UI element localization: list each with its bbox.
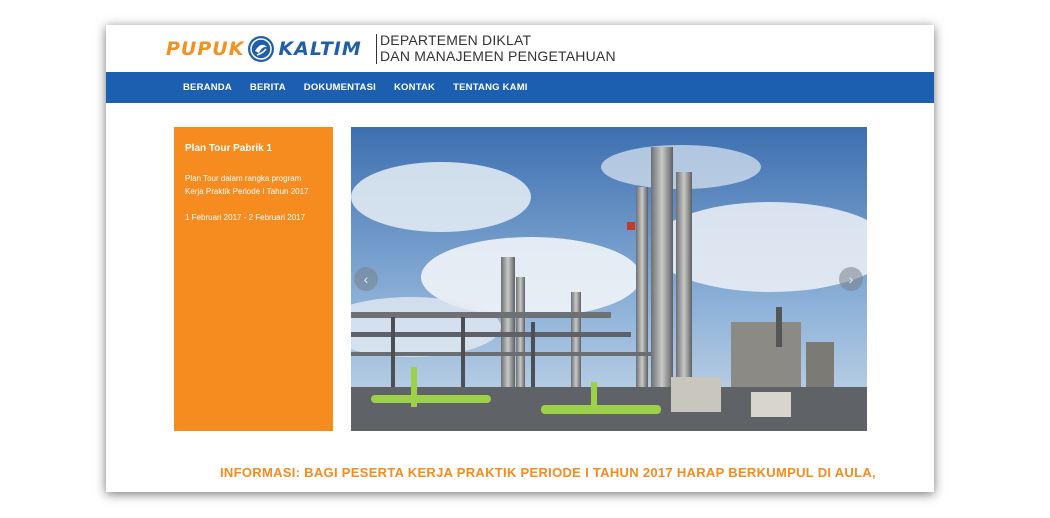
company-logo[interactable]: PUPUK KALTIM (166, 33, 362, 65)
logo-emblem-icon (248, 36, 275, 62)
site-header: PUPUK KALTIM DEPARTEMEN DIKLAT DAN MANAJ… (106, 25, 934, 72)
event-description: Plan Tour dalam rangka program Kerja Pra… (185, 174, 309, 196)
event-date: 1 Februari 2017 - 2 Februari 2017 (185, 213, 306, 222)
chevron-left-icon: ‹ (363, 271, 369, 287)
main-nav: BERANDA BERITA DOKUMENTASI KONTAK TENTAN… (106, 72, 934, 103)
nav-item-tentang-kami[interactable]: TENTANG KAMI (453, 82, 528, 93)
image-slider[interactable]: ‹ › (351, 127, 867, 431)
slider-prev-button[interactable]: ‹ (354, 267, 378, 291)
department-title: DEPARTEMEN DIKLAT DAN MANAJEMEN PENGETAH… (380, 32, 616, 64)
logo-text-right: KALTIM (278, 38, 362, 60)
event-title: Plan Tour Pabrik 1 (185, 143, 273, 154)
department-line-2: DAN MANAJEMEN PENGETAHUAN (380, 48, 616, 64)
nav-item-kontak[interactable]: KONTAK (394, 82, 435, 93)
page-container: PUPUK KALTIM DEPARTEMEN DIKLAT DAN MANAJ… (106, 25, 934, 492)
header-divider (376, 34, 377, 64)
logo-text-left: PUPUK (166, 38, 245, 60)
nav-item-beranda[interactable]: BERANDA (183, 82, 232, 93)
department-line-1: DEPARTEMEN DIKLAT (380, 32, 532, 48)
plant-photo (351, 127, 867, 431)
event-info-card: Plan Tour Pabrik 1 Plan Tour dalam rangk… (174, 127, 333, 431)
chevron-right-icon: › (848, 271, 854, 287)
nav-item-berita[interactable]: BERITA (250, 82, 286, 93)
slider-next-button[interactable]: › (839, 267, 863, 291)
nav-item-dokumentasi[interactable]: DOKUMENTASI (304, 82, 376, 93)
announcement-marquee: INFORMASI: BAGI PESERTA KERJA PRAKTIK PE… (220, 465, 876, 480)
